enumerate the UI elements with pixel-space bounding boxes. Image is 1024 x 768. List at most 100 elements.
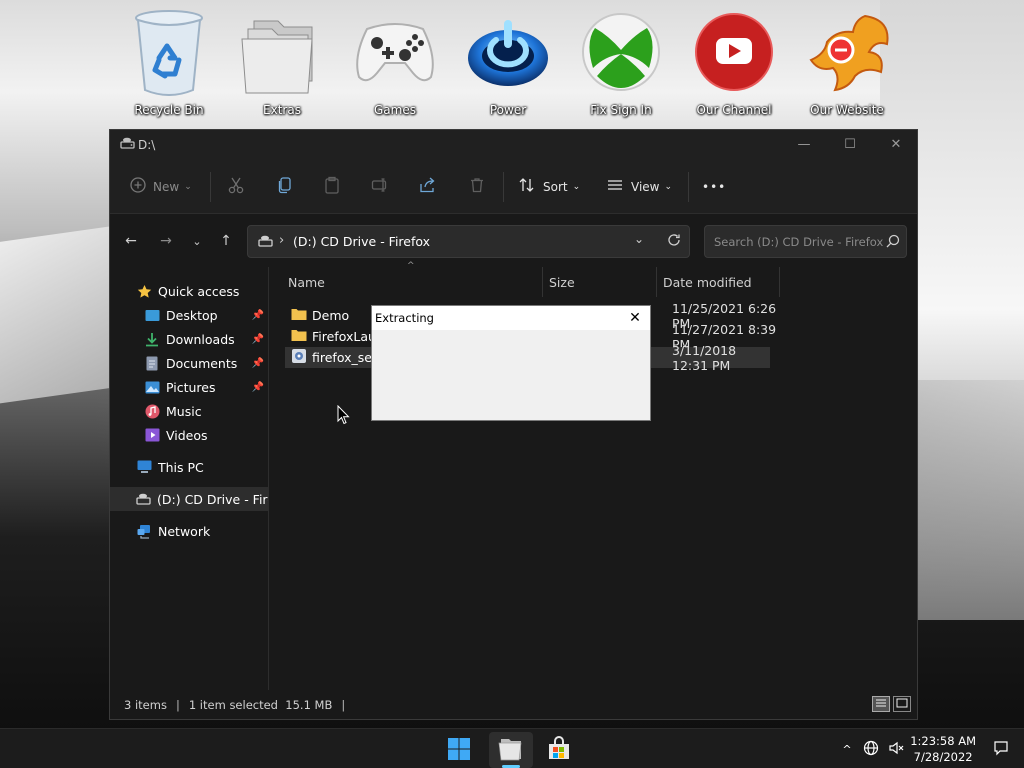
chevron-down-icon: ⌄ — [192, 234, 202, 248]
status-divider: | — [175, 697, 180, 712]
breadcrumb-path[interactable]: (D:) CD Drive - Firefox — [293, 234, 430, 249]
close-icon: ✕ — [629, 310, 641, 326]
nav-item-documents[interactable]: Documents 📌 — [110, 351, 268, 375]
share-button[interactable] — [419, 159, 437, 214]
chevron-down-icon[interactable]: ⌄ — [634, 232, 644, 246]
drive-icon — [258, 235, 273, 250]
more-options-button[interactable]: ••• — [702, 159, 726, 214]
rename-button[interactable] — [371, 159, 389, 214]
recent-locations-button[interactable]: ⌄ — [187, 231, 207, 251]
maximize-button[interactable]: ☐ — [827, 130, 873, 159]
dialog-close-button[interactable]: ✕ — [626, 309, 644, 327]
show-hidden-icons-button[interactable]: ^ — [838, 729, 856, 768]
arrow-left-icon: ← — [125, 233, 137, 249]
view-button[interactable]: View ⌄ — [607, 159, 672, 214]
sort-button[interactable]: Sort ⌄ — [519, 159, 580, 214]
extracting-dialog: Extracting ✕ — [371, 305, 651, 421]
arrow-right-icon: → — [160, 233, 172, 249]
file-explorer-icon — [497, 736, 525, 765]
tiles-view-icon — [896, 697, 908, 711]
pin-icon: 📌 — [251, 381, 264, 393]
nav-item-downloads[interactable]: Downloads 📌 — [110, 327, 268, 351]
nav-item-network[interactable]: Network — [110, 519, 268, 543]
youtube-icon — [692, 6, 776, 98]
nav-item-quick-access[interactable]: Quick access — [110, 279, 268, 303]
minimize-button[interactable]: — — [781, 130, 827, 159]
address-bar[interactable]: › (D:) CD Drive - Firefox ⌄ — [247, 225, 690, 258]
recycle-bin-icon — [127, 6, 211, 98]
store-bag-icon — [546, 735, 572, 765]
title-bar[interactable]: D:\ — ☐ ✕ — [110, 130, 917, 159]
nav-item-cd-drive[interactable]: (D:) CD Drive - Firef — [110, 487, 268, 511]
taskbar-microsoft-store[interactable] — [537, 732, 581, 768]
breadcrumb-separator: › — [279, 233, 285, 248]
minimize-icon: — — [797, 137, 811, 152]
column-label: Date modified — [663, 274, 752, 290]
nav-item-desktop[interactable]: Desktop 📌 — [110, 303, 268, 327]
taskbar-file-explorer[interactable] — [489, 732, 533, 768]
desktop-icon-label: Recycle Bin — [134, 103, 204, 117]
desktop-icon-recycle-bin[interactable]: Recycle Bin — [113, 6, 225, 124]
refresh-icon[interactable] — [667, 233, 681, 250]
nav-item-music[interactable]: Music — [110, 399, 268, 423]
network-status-button[interactable] — [861, 729, 881, 768]
pin-icon: 📌 — [251, 357, 264, 369]
toolbar-separator — [210, 172, 211, 202]
nav-label: Network — [158, 523, 211, 539]
nav-label: Music — [166, 403, 202, 419]
start-button[interactable] — [437, 732, 481, 768]
navigation-pane: Quick access Desktop 📌 Downloads 📌 Docum… — [110, 267, 269, 691]
details-view-button[interactable] — [872, 696, 890, 712]
column-label: Name — [288, 274, 325, 290]
desktop-icon-our-website[interactable]: Our Website — [791, 6, 903, 124]
network-icon — [136, 523, 152, 539]
back-button[interactable]: ← — [121, 231, 141, 251]
address-row: ← → ⌄ ↑ › (D:) CD Drive - Firefox ⌄ Sear… — [110, 214, 917, 267]
clock[interactable]: 1:23:58 AM 7/28/2022 — [910, 733, 976, 765]
cut-button[interactable] — [227, 159, 245, 214]
volume-button[interactable] — [886, 729, 906, 768]
new-button[interactable]: New ⌄ — [130, 159, 192, 214]
desktop-folder-icon — [144, 307, 160, 323]
file-date: 3/11/2018 12:31 PM — [672, 342, 737, 373]
paste-button[interactable] — [323, 159, 341, 214]
nav-label: This PC — [158, 459, 204, 475]
tiles-view-button[interactable] — [893, 696, 911, 712]
nav-label: Videos — [166, 427, 208, 443]
pin-icon: 📌 — [251, 309, 264, 321]
desktop-icon-power[interactable]: Power — [452, 6, 564, 124]
desktop-icon-extras[interactable]: Extras — [226, 6, 338, 124]
up-button[interactable]: ↑ — [216, 231, 236, 251]
dialog-title-bar[interactable]: Extracting — [372, 306, 650, 330]
power-icon — [466, 6, 550, 98]
copy-button[interactable] — [276, 159, 294, 214]
rename-icon — [371, 176, 389, 197]
forward-button[interactable]: → — [156, 231, 176, 251]
close-button[interactable]: ✕ — [873, 130, 919, 159]
clock-date: 7/28/2022 — [913, 750, 973, 764]
scissors-icon — [227, 176, 245, 197]
nav-item-videos[interactable]: Videos — [110, 423, 268, 447]
setup-file-icon — [291, 348, 307, 367]
nav-item-pictures[interactable]: Pictures 📌 — [110, 375, 268, 399]
status-bar: 3 items | 1 item selected 15.1 MB | — [110, 690, 917, 719]
search-placeholder: Search (D:) CD Drive - Firefox — [714, 235, 884, 249]
desktop-icon-label: Extras — [263, 103, 301, 117]
windows-logo-icon — [447, 737, 471, 764]
notifications-button[interactable] — [990, 729, 1012, 768]
desktop-icon-our-channel[interactable]: Our Channel — [678, 6, 790, 124]
xbox-controller-icon — [353, 6, 437, 98]
column-header-date[interactable]: Date modified — [657, 267, 780, 297]
nav-label: Documents — [166, 355, 238, 371]
column-header-name[interactable]: Name — [270, 267, 543, 297]
delete-button[interactable] — [468, 159, 486, 214]
sort-label: Sort — [543, 179, 568, 194]
desktop-icon-label: Power — [489, 103, 527, 117]
nav-item-this-pc[interactable]: This PC — [110, 455, 268, 479]
desktop-icon-games[interactable]: Games — [339, 6, 451, 124]
desktop-icon-fix-sign-in[interactable]: Fix Sign In — [565, 6, 677, 124]
globe-icon — [863, 740, 879, 759]
search-input[interactable]: Search (D:) CD Drive - Firefox — [704, 225, 907, 258]
trash-icon — [468, 176, 486, 197]
column-header-size[interactable]: Size — [543, 267, 657, 297]
